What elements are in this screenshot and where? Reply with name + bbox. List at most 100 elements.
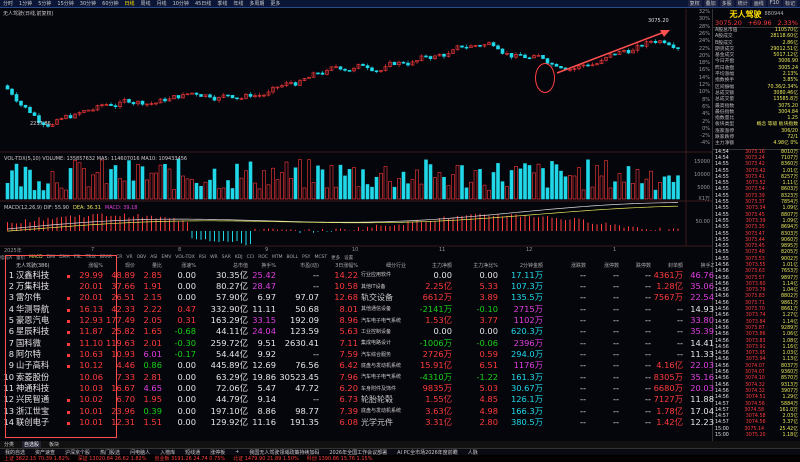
column-header[interactable]: 市盈(动)	[276, 262, 319, 269]
indicator-tab[interactable]: OBV	[137, 255, 147, 261]
menu-right-1[interactable]: 叠加	[703, 0, 718, 7]
3day-change: 5.63	[339, 326, 358, 337]
column-header[interactable]: 换手Z	[683, 262, 714, 269]
volume-bar	[338, 164, 343, 200]
index-status[interactable]: 北证 1479.90 21.89 1.50%	[233, 455, 299, 462]
menu-item-10[interactable]: 45日线	[195, 0, 211, 7]
pe: 97.07	[295, 292, 319, 303]
bottom-tab[interactable]: 自选股	[22, 441, 42, 448]
market-cap: 332.90亿	[210, 303, 248, 314]
indicator-tab[interactable]: SAR	[222, 255, 231, 261]
limit-up-count: --	[613, 337, 619, 348]
index-status[interactable]: 创业板 3191.26 24.74 0.75%	[154, 455, 225, 462]
indicator-tab[interactable]: 设置	[344, 255, 353, 261]
menu-item-14[interactable]: 更多	[270, 0, 280, 7]
limit-down-count: --	[645, 292, 651, 303]
low-price-label: 2237.86	[30, 121, 51, 127]
industry: 底盘与发动机系统	[361, 362, 402, 369]
2min-amount: 294.0万	[510, 349, 543, 360]
menu-item-3[interactable]: 15分钟	[57, 0, 73, 7]
indicator-tab[interactable]: CCI	[247, 255, 255, 261]
turnover-z: 11.88	[690, 394, 714, 405]
index-status[interactable]: 深证 13020.84 26.62 1.82%	[78, 455, 147, 462]
column-header[interactable]: 细分行业	[358, 262, 406, 269]
macd-bar	[205, 231, 206, 240]
indicator-tab[interactable]: RSI	[199, 255, 206, 261]
volume-bar	[532, 172, 536, 200]
speed-pct: 0.00	[177, 360, 196, 371]
indicator-tab[interactable]: WR	[210, 255, 218, 261]
column-header[interactable]: 总市值	[196, 262, 248, 269]
index-status[interactable]: 上证 3822.15 70.39 1.82%	[4, 455, 70, 462]
column-header[interactable]: 跌停数	[619, 262, 651, 269]
speed-pct: 0.00	[177, 417, 196, 428]
menu-right-0[interactable]: 复权	[687, 0, 702, 7]
menu-item-7[interactable]: 周线	[141, 0, 151, 7]
column-header[interactable]: 换手%	[248, 262, 276, 269]
menu-item-9[interactable]: 10分钟	[173, 0, 189, 7]
menu-right-5[interactable]: F10	[767, 0, 781, 7]
column-header[interactable]: 量比	[135, 262, 162, 269]
volume-bar	[622, 181, 626, 200]
menu-item-8[interactable]: 月线	[157, 0, 167, 7]
indicator-tab[interactable]: 更多	[331, 255, 340, 261]
menu-item-2[interactable]: 5分钟	[38, 0, 51, 7]
macd-bar	[101, 213, 103, 231]
column-header[interactable]: 主力净额	[406, 262, 452, 269]
menu-right-3[interactable]: 统计	[735, 0, 750, 7]
volume-bar	[271, 167, 275, 200]
volume-bar	[73, 160, 77, 200]
bottom-tab[interactable]: 板块	[49, 441, 59, 448]
volume-ratio: 0.39	[143, 405, 162, 416]
menu-item-5[interactable]: 60分钟	[102, 0, 118, 7]
menu-item-1[interactable]: 1分钟	[19, 0, 32, 7]
market-cap: 197.10亿	[210, 405, 248, 416]
volume-bar	[361, 169, 365, 200]
kline-chart-area[interactable]: 无人驾驶(日线,前复权) 2237.86 3075.20 VOL-TDX(5,1…	[0, 9, 712, 254]
candle	[523, 54, 527, 59]
seal-amount: --	[677, 303, 683, 314]
column-header[interactable]: 封单额	[651, 262, 683, 269]
indicator-tab[interactable]: BOLL	[287, 255, 299, 261]
menu-item-11[interactable]: 季线	[217, 0, 227, 7]
column-header[interactable]: 涨停数	[586, 262, 619, 269]
volume-bar	[82, 168, 86, 200]
indicator-tab[interactable]: ROC	[258, 255, 268, 261]
indicator-tab[interactable]: MTM	[272, 255, 283, 261]
volume-bar	[401, 171, 406, 200]
kline-chart-svg[interactable]	[0, 9, 712, 254]
macd-bar	[7, 222, 8, 231]
menu-item-13[interactable]: 多周期	[249, 0, 264, 7]
indicator-tab[interactable]: KDJ	[235, 255, 243, 261]
index-status[interactable]: 科创 1390.86 15.76 1.15%	[307, 455, 373, 462]
column-header[interactable]: 涨跌数	[543, 262, 586, 269]
menu-right-2[interactable]: 多股	[719, 0, 734, 7]
indicator-tab[interactable]: ASI	[150, 255, 157, 261]
menu-item-4[interactable]: 30分钟	[80, 0, 96, 7]
menu-right-4[interactable]: 画线	[751, 0, 766, 7]
menu-item-6[interactable]: 日线	[125, 0, 135, 7]
volume-bar	[109, 169, 113, 200]
volume-bar	[10, 170, 14, 200]
column-header[interactable]: 2分钟金额	[498, 262, 543, 269]
volume-bar	[559, 170, 563, 200]
indicator-tab[interactable]: PSY	[302, 255, 310, 261]
column-header[interactable]: 3日涨幅%	[319, 262, 358, 269]
volume-bar	[640, 183, 644, 200]
column-header[interactable]: 主力净比%	[452, 262, 498, 269]
indicator-tab[interactable]: CR	[116, 255, 122, 261]
indicator-tab[interactable]: MCST	[314, 255, 327, 261]
indicator-tab[interactable]: VR	[126, 255, 132, 261]
menu-item-12[interactable]: 年线	[233, 0, 243, 7]
limit-down-count: --	[645, 281, 651, 292]
menu-right-6[interactable]: 标记	[782, 0, 797, 7]
menu-item-0[interactable]: 分时	[3, 0, 13, 7]
bottom-tab[interactable]: 分类	[4, 441, 14, 448]
indicator-tab[interactable]: VOL-TDX	[175, 255, 194, 261]
macd-bar	[331, 231, 332, 232]
indicator-tab[interactable]: EMV	[161, 255, 171, 261]
volume-bar	[149, 172, 154, 200]
column-header[interactable]: 涨速%	[162, 262, 196, 269]
tick-price: 3075.20	[745, 433, 766, 438]
tick-list[interactable]: 14:54 3073.16 8010万 14:54 3073.24 7107万 14:55 3…	[713, 148, 800, 440]
